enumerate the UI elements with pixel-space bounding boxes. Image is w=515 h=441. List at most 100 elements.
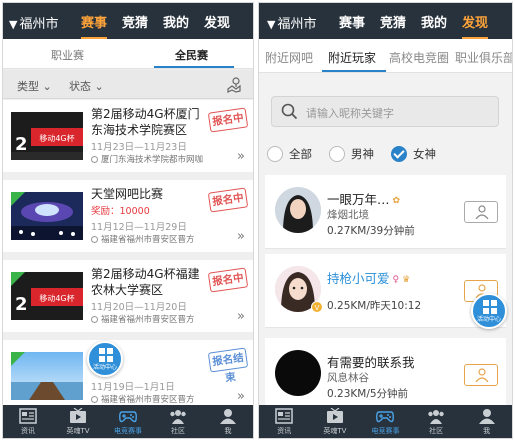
nav-item-profile[interactable]: 我 [203, 405, 253, 438]
chevron-right-icon[interactable]: » [237, 389, 245, 404]
nav-item-tv[interactable]: 英魂TV [53, 405, 103, 438]
gender-option-female[interactable]: 女神 [391, 146, 436, 162]
subtab-nearby-cafes[interactable]: 附近网吧 [265, 49, 313, 66]
event-address: 福建省福州市晋安区晋方 [91, 393, 195, 405]
list-item[interactable]: 2 移动4G杯 第2届移动4G杯厦门东海技术学院赛区 11月23日—11月23日… [3, 100, 253, 176]
main-tabs: 赛事 竞猜 我的 发现 [81, 12, 245, 39]
prize-label: 奖励： [91, 206, 120, 217]
nav-label: 电竞赛事 [114, 427, 142, 435]
location-pin-icon [91, 236, 98, 243]
event-title: 第2届移动4G杯福建农林大学赛区 [91, 267, 200, 297]
female-icon: ♀ [392, 275, 400, 285]
type-filter[interactable]: 类型 ⌄ [17, 78, 52, 94]
tab-events[interactable]: 赛事 [81, 12, 108, 39]
tab-guess[interactable]: 竞猜 [380, 12, 406, 31]
tab-events[interactable]: 赛事 [339, 12, 365, 31]
top-bar: ▼ 福州市 赛事 竞猜 我的 发现 [259, 3, 512, 39]
gender-label: 女神 [413, 147, 436, 161]
bottom-nav: 资讯 英魂TV 电竞赛事 社区 我 [259, 405, 512, 438]
event-address: 福建省福州市晋安区晋方 [91, 233, 195, 245]
nav-label: 我 [224, 427, 232, 435]
radio-checked-icon [391, 146, 407, 162]
status-badge: 报名中 [207, 187, 249, 213]
tab-guess[interactable]: 竞猜 [122, 12, 148, 31]
search-placeholder: 请输入昵称关键字 [306, 107, 394, 120]
location-label: 福州市 [277, 17, 317, 32]
nav-item-esports[interactable]: 电竞赛事 [360, 405, 411, 438]
add-friend-button[interactable] [464, 364, 498, 386]
nav-item-news[interactable]: 资讯 [259, 405, 310, 438]
list-item[interactable]: V 持枪小可爱 ♀ ♛ 0.25KM/昨天10:12 [265, 254, 506, 328]
gender-option-all[interactable]: 全部 [267, 146, 312, 162]
events-screen: ▼ 福州市 赛事 竞猜 我的 发现 职业赛 全民赛 类型 ⌄ 状态 ⌄ 2 移动… [2, 2, 254, 439]
list-item[interactable]: 天堂网吧比赛 奖励：10000 11月12日—11月29日 福建省福州市晋安区晋… [3, 180, 253, 256]
event-address-text: 厦门东海技术学院都市网咖 [101, 155, 204, 165]
map-location-icon[interactable] [225, 75, 243, 93]
thumb-caption: 移动4G杯 [39, 133, 74, 143]
nav-label: 社区 [171, 427, 185, 435]
nav-item-tv[interactable]: 英魂TV [310, 405, 361, 438]
player-name: 有需要的联系我 [327, 355, 415, 370]
location-selector[interactable]: ▼ 福州市 [267, 13, 316, 32]
search-icon [281, 103, 298, 120]
list-item[interactable]: 一眼万年… ✿ 烽烟北境 0.27KM/39分钟前 [265, 175, 506, 249]
radio-icon [329, 146, 345, 162]
radio-icon [267, 146, 283, 162]
news-icon [19, 408, 37, 424]
location-pin-icon [91, 156, 98, 163]
nav-label: 英魂TV [66, 427, 90, 435]
chevron-right-icon[interactable]: » [237, 149, 245, 164]
grid-icon [483, 300, 497, 314]
activity-center-button[interactable]: 活动中心 [471, 293, 507, 329]
subtab-underline [154, 66, 234, 68]
flower-icon: ✿ [392, 196, 401, 206]
chevron-right-icon[interactable]: » [237, 309, 245, 324]
list-item[interactable]: 有需要的联系我 风息林谷 0.23KM/5分钟前 [265, 338, 506, 412]
status-filter[interactable]: 状态 ⌄ [69, 78, 104, 94]
tab-discover[interactable]: 发现 [204, 12, 230, 31]
tab-mine[interactable]: 我的 [163, 12, 189, 31]
gender-option-male[interactable]: 男神 [329, 146, 374, 162]
grid-icon [99, 348, 113, 362]
location-pin-icon [91, 396, 98, 403]
tab-discover[interactable]: 发现 [462, 12, 489, 39]
event-date: 11月19日—1月1日 [91, 382, 175, 393]
search-input[interactable]: 请输入昵称关键字 [271, 96, 499, 127]
player-distance: 0.23KM/5分钟前 [327, 388, 409, 400]
gender-label: 全部 [289, 147, 312, 161]
player-signature: 风息林谷 [327, 372, 369, 384]
subtab-pro[interactable]: 职业赛 [51, 47, 84, 63]
person-icon [475, 205, 489, 219]
chevron-down-icon: ⌄ [42, 80, 52, 93]
event-address-text: 福建省福州市晋安区晋方 [101, 315, 195, 325]
activity-center-button[interactable]: 活动中心 [87, 341, 123, 377]
status-badge: 报名结束 [207, 347, 249, 384]
svg-text:2: 2 [15, 134, 28, 155]
activity-center-label: 活动中心 [476, 316, 501, 323]
filter-bar: 类型 ⌄ 状态 ⌄ [3, 70, 253, 99]
main-tabs: 赛事 竞猜 我的 发现 [339, 12, 503, 39]
thumb-caption: 移动4G杯 [39, 293, 74, 303]
subtab-college[interactable]: 高校电竞圈 [389, 49, 449, 66]
event-date: 11月12日—11月29日 [91, 222, 187, 233]
nav-item-community[interactable]: 社区 [411, 405, 462, 438]
nav-item-profile[interactable]: 我 [461, 405, 512, 438]
event-thumbnail [11, 192, 83, 240]
gamepad-icon [119, 411, 137, 423]
chevron-right-icon[interactable]: » [237, 229, 245, 244]
player-name-text: 持枪小可爱 [327, 271, 390, 286]
avatar [275, 350, 321, 396]
tab-mine[interactable]: 我的 [421, 12, 447, 31]
nav-item-community[interactable]: 社区 [153, 405, 203, 438]
nav-item-news[interactable]: 资讯 [3, 405, 53, 438]
player-name: 一眼万年… ✿ [327, 189, 400, 208]
nav-item-esports[interactable]: 电竞赛事 [103, 405, 153, 438]
list-item[interactable]: 2 移动4G杯 第2届移动4G杯福建农林大学赛区 11月20日—11月20日 福… [3, 260, 253, 336]
event-subtabs: 职业赛 全民赛 [3, 39, 253, 69]
subtab-pro-clubs[interactable]: 职业俱乐部 [455, 49, 512, 66]
subtab-nearby-players[interactable]: 附近玩家 [328, 49, 376, 66]
community-icon [170, 410, 186, 424]
subtab-public[interactable]: 全民赛 [175, 47, 208, 63]
add-friend-button[interactable] [464, 201, 498, 223]
location-selector[interactable]: ▼ 福州市 [9, 13, 58, 32]
